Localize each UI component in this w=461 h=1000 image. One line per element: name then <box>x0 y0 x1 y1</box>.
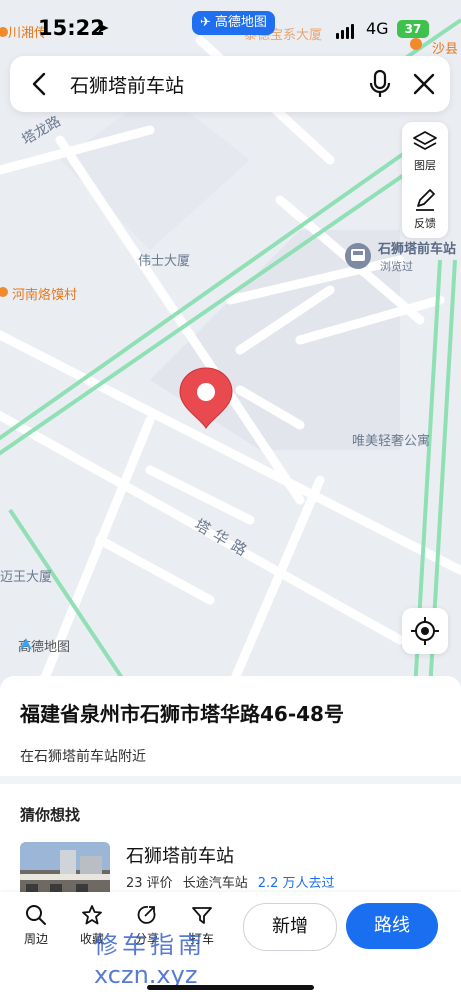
battery-icon: 37 <box>397 20 429 38</box>
status-bar: 川湘传 15:22 ➤ ✈ 高德地图 4G 37 沙县 <box>0 0 461 57</box>
poi-weishi[interactable]: 伟士大厦 <box>138 250 190 269</box>
back-arrow-icon[interactable] <box>26 70 54 98</box>
layers-icon <box>413 131 437 150</box>
network-type: 4G <box>366 19 389 38</box>
watermark-line1: 修车指南 <box>94 931 206 959</box>
location-arrow-icon: ➤ <box>96 18 110 37</box>
signal-icon <box>336 24 354 39</box>
recommend-title[interactable]: 石狮塔前车站 <box>126 842 234 868</box>
map-tools-panel: 图层 反馈 <box>402 122 448 238</box>
add-button[interactable]: 新增 <box>243 903 337 951</box>
layers-label: 图层 <box>414 159 436 172</box>
poi-station-label[interactable]: 石狮塔前车站 <box>378 238 456 257</box>
poi-wanwang[interactable]: 迈王大厦 <box>0 566 52 585</box>
station-photo <box>20 842 110 898</box>
route-button[interactable]: 路线 <box>346 903 438 949</box>
home-indicator[interactable] <box>147 985 314 990</box>
place-nearby: 在石狮塔前车站附近 <box>20 749 146 765</box>
bus-station-icon <box>345 243 371 269</box>
search-bar: 石狮塔前车站 <box>10 56 450 112</box>
nearby-label: 周边 <box>23 932 48 946</box>
locate-button[interactable] <box>402 608 448 654</box>
recommend-reviews: 23 评价 <box>126 876 173 891</box>
poi-visited-tag: 浏览过 <box>380 260 413 273</box>
watermark: 修车指南 xczn.xyz <box>94 930 206 990</box>
recommend-thumbnail[interactable] <box>20 842 110 898</box>
poi-weimei[interactable]: 唯美轻奢公寓 <box>352 430 430 449</box>
right-app-label: 沙县 <box>432 42 459 57</box>
microphone-icon[interactable] <box>366 69 394 99</box>
battery-level: 37 <box>404 22 422 36</box>
poi-henan[interactable]: 河南烙馍村 <box>12 284 77 303</box>
app-badge-icon: ✈ <box>200 15 211 30</box>
layers-button[interactable]: 图层 <box>402 130 448 173</box>
taxi-icon <box>192 907 212 924</box>
amap-logo-icon <box>20 638 32 650</box>
feedback-button[interactable]: 反馈 <box>402 188 448 231</box>
pencil-icon <box>416 189 435 211</box>
share-icon <box>137 906 156 924</box>
crosshair-icon <box>411 617 439 645</box>
app-badge-text: 高德地图 <box>214 15 267 30</box>
place-address: 福建省泉州市石狮市塔华路46-48号 <box>20 702 344 726</box>
recommend-meta: 23 评价 长途汽车站 2.2 万人去过 <box>126 872 335 891</box>
recommend-category: 长途汽车站 <box>182 876 248 891</box>
search-icon <box>26 905 46 925</box>
close-icon[interactable] <box>410 70 438 98</box>
app-badge[interactable]: ✈ 高德地图 <box>192 11 275 35</box>
clock: 15:22 <box>38 16 105 40</box>
amap-logo: 高德地图 <box>18 636 70 655</box>
search-input[interactable]: 石狮塔前车站 <box>70 71 184 98</box>
recommend-header: 猜你想找 <box>20 806 81 824</box>
nearby-button[interactable]: 周边 <box>16 904 56 947</box>
star-icon <box>82 905 102 925</box>
bottom-action-bar: 周边 收藏 分享 打车 新增 路线 <box>0 892 461 1000</box>
recommend-visitors: 2.2 万人去过 <box>257 876 335 891</box>
divider <box>0 776 461 784</box>
feedback-label: 反馈 <box>414 217 436 230</box>
